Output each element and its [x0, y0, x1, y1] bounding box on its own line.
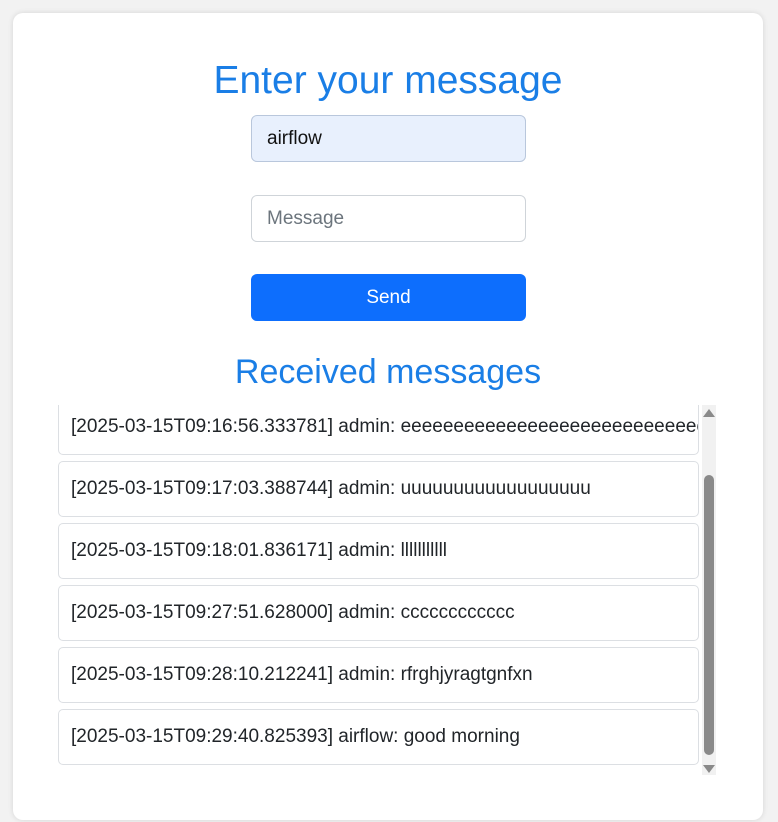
list-item: [2025-03-15T09:18:01.836171] admin: llll… — [58, 523, 699, 579]
list-item: [2025-03-15T09:27:51.628000] admin: cccc… — [58, 585, 699, 641]
username-input[interactable] — [251, 115, 526, 162]
messages-list-container[interactable]: [2025-03-15T09:16:56.333781] admin: eeee… — [58, 405, 716, 775]
scrollbar[interactable] — [702, 405, 716, 775]
list-item: [2025-03-15T09:28:10.212241] admin: rfrg… — [58, 647, 699, 703]
scroll-down-arrow-icon[interactable] — [703, 765, 715, 773]
message-input[interactable] — [251, 195, 526, 242]
received-messages-title: Received messages — [234, 353, 542, 391]
list-item: [2025-03-15T09:16:56.333781] admin: eeee… — [58, 405, 699, 455]
scroll-up-arrow-icon[interactable] — [703, 409, 715, 417]
scrollbar-thumb[interactable] — [704, 475, 714, 755]
message-list: [2025-03-15T09:16:56.333781] admin: eeee… — [58, 405, 699, 771]
list-item: [2025-03-15T09:17:03.388744] admin: uuuu… — [58, 461, 699, 517]
send-button[interactable]: Send — [251, 274, 526, 321]
chat-card: Enter your message Send Received message… — [13, 13, 763, 820]
page-title: Enter your message — [213, 59, 563, 102]
list-item: [2025-03-15T09:29:40.825393] airflow: go… — [58, 709, 699, 765]
